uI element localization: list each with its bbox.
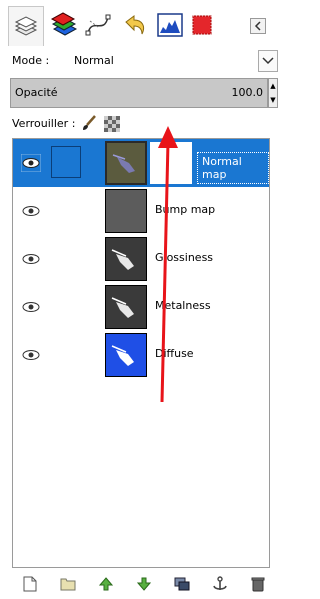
opacity-value[interactable]: 100.0 [232, 86, 264, 99]
visibility-eye-icon[interactable] [21, 346, 41, 364]
lock-alpha-icon[interactable] [104, 116, 120, 132]
layer-thumbnail[interactable] [105, 333, 147, 377]
undo-history-icon [125, 15, 145, 35]
raise-layer-icon [99, 577, 113, 591]
tab-paths[interactable] [80, 6, 116, 44]
layer-row-metalness[interactable]: Metalness [13, 283, 269, 331]
visibility-eye-icon[interactable] [21, 298, 41, 316]
raise-layer-button[interactable] [96, 574, 116, 594]
layer-name[interactable]: Diffuse [155, 347, 194, 360]
layer-thumbnail[interactable] [105, 141, 147, 185]
layer-thumbnail-image [111, 249, 134, 270]
layer-thumbnail-image [112, 154, 135, 173]
layer-thumbnail[interactable] [105, 237, 147, 281]
spin-up-icon[interactable]: ▲ [269, 79, 277, 93]
new-layer-button[interactable] [20, 574, 40, 594]
tab-channels[interactable] [46, 6, 82, 44]
layer-name[interactable]: Glossiness [155, 251, 213, 264]
lower-layer-icon [137, 577, 151, 591]
visibility-eye-icon[interactable] [21, 154, 41, 172]
layer-row-bump-map[interactable]: Bump map [13, 187, 269, 235]
new-group-button[interactable] [58, 574, 78, 594]
layer-name[interactable]: Bump map [155, 203, 215, 216]
lock-pixels-icon[interactable] [80, 114, 98, 132]
dock-tabs [0, 6, 280, 46]
colors-icon [192, 15, 212, 35]
tab-menu-button[interactable] [250, 18, 266, 34]
layer-mask-thumbnail[interactable] [149, 141, 193, 185]
spin-down-icon[interactable]: ▼ [269, 93, 277, 107]
layer-thumbnail-image [111, 345, 134, 366]
new-layer-icon [23, 576, 37, 592]
new-group-icon [60, 578, 76, 591]
layer-name[interactable]: Metalness [155, 299, 211, 312]
paths-icon [85, 14, 111, 36]
chevron-down-icon [262, 57, 274, 65]
channels-icon [50, 12, 78, 36]
layer-row-diffuse[interactable]: Diffuse [13, 331, 269, 379]
tab-layers[interactable] [8, 6, 44, 46]
tab-colors[interactable] [184, 6, 220, 44]
link-chain-toggle[interactable] [51, 146, 81, 178]
layer-name[interactable]: Normal map [197, 152, 269, 184]
opacity-slider[interactable]: Opacité 100.0 [10, 78, 268, 108]
layers-toolbar [14, 572, 270, 596]
opacity-spinner[interactable]: ▲ ▼ [268, 78, 278, 108]
layers-icon [14, 15, 38, 36]
anchor-layer-icon [213, 576, 227, 590]
layers-dialog: Mode : Normal Opacité 100.0 ▲ ▼ Verrouil… [0, 0, 280, 599]
mode-dropdown-button[interactable] [258, 50, 278, 72]
duplicate-layer-button[interactable] [172, 574, 192, 594]
mode-selector[interactable]: Mode : Normal [10, 50, 278, 72]
tab-histogram[interactable] [152, 6, 188, 44]
layer-thumbnail-image [111, 297, 134, 318]
visibility-eye-icon[interactable] [21, 202, 41, 220]
anchor-layer-button[interactable] [210, 574, 230, 594]
duplicate-layer-icon [174, 577, 190, 591]
layer-thumbnail[interactable] [105, 285, 147, 329]
layer-thumbnail[interactable] [105, 189, 147, 233]
visibility-eye-icon[interactable] [21, 250, 41, 268]
lock-label: Verrouiller : [12, 117, 76, 130]
lower-layer-button[interactable] [134, 574, 154, 594]
mode-value[interactable]: Normal [74, 54, 114, 67]
histogram-icon [157, 13, 183, 37]
mode-label: Mode : [12, 54, 50, 67]
opacity-label: Opacité [15, 86, 58, 99]
tab-undo-history[interactable] [116, 6, 152, 44]
chevron-left-icon [254, 21, 261, 31]
lock-row: Verrouiller : [10, 114, 270, 134]
layers-list[interactable]: Normal map Bump map Glossiness Metalness… [12, 138, 270, 568]
layer-row-glossiness[interactable]: Glossiness [13, 235, 269, 283]
delete-layer-button[interactable] [248, 574, 268, 594]
trash-icon [251, 577, 265, 592]
layer-row-normal-map[interactable]: Normal map [13, 139, 269, 187]
